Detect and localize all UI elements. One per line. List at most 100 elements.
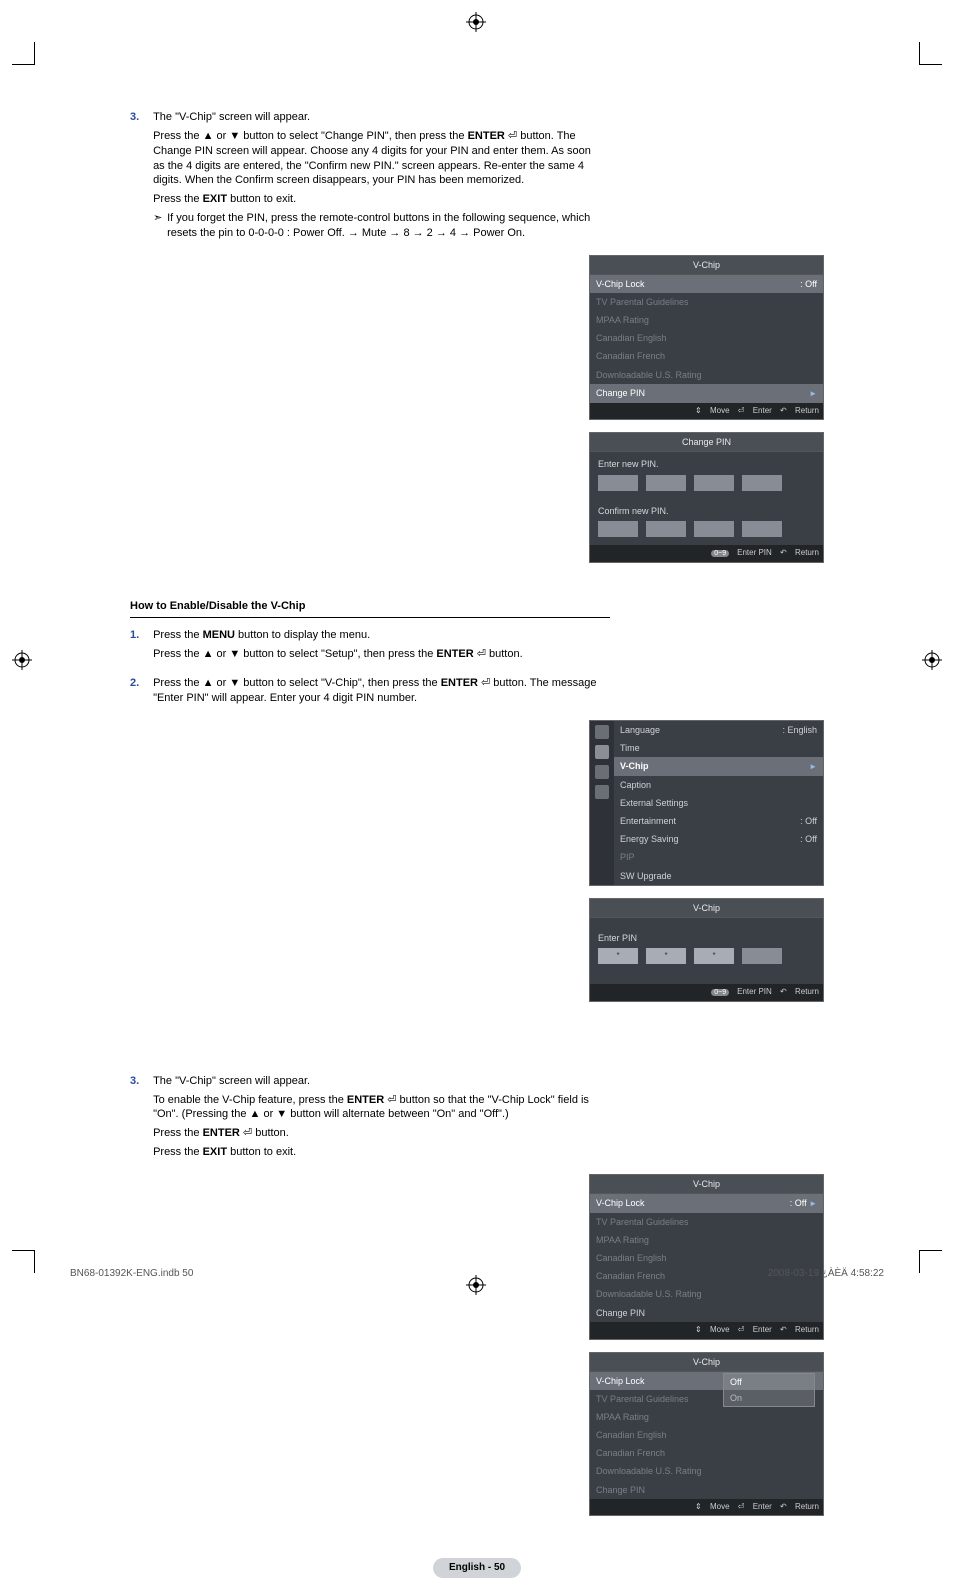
menu-item[interactable]: External Settings	[614, 794, 823, 812]
menu-item[interactable]: SW Upgrade	[614, 867, 823, 885]
osd-title: V-Chip	[590, 1353, 823, 1372]
pin-digit[interactable]: *	[598, 948, 638, 964]
gear-icon	[595, 745, 609, 759]
footer-timestamp: 2008-03-19 ¿ÀÈÄ 4:58:22	[768, 1268, 884, 1279]
osd-setup-menu: Language: EnglishTimeV-Chip ►CaptionExte…	[589, 720, 824, 886]
menu-icon	[595, 725, 609, 739]
step-text: Press the MENU button to display the men…	[153, 628, 603, 643]
pin-digit[interactable]	[694, 475, 734, 491]
pin-digit[interactable]	[742, 521, 782, 537]
step-text: Press the ▲ or ▼ button to select "Setup…	[153, 647, 603, 662]
osd-title: Change PIN	[590, 433, 823, 452]
menu-item[interactable]: V-Chip Lock: Off	[590, 275, 823, 293]
registration-mark-icon	[922, 650, 942, 670]
pin-digit[interactable]	[742, 948, 782, 964]
menu-item[interactable]: Canadian English	[590, 329, 823, 347]
osd-vchip-lock-options: V-Chip V-Chip LockTV Parental Guidelines…	[589, 1352, 824, 1517]
pin-digit[interactable]: *	[646, 948, 686, 964]
osd-vchip-menu: V-Chip V-Chip Lock: OffTV Parental Guide…	[589, 255, 824, 421]
menu-item[interactable]: Time	[614, 739, 823, 757]
setup-sidebar	[590, 721, 614, 885]
osd-change-pin: Change PIN Enter new PIN. Confirm new PI…	[589, 432, 824, 562]
menu-item[interactable]: MPAA Rating	[590, 1231, 823, 1249]
menu-item[interactable]: Canadian English	[590, 1249, 823, 1267]
pin-input-row: * * *	[590, 946, 823, 984]
pin-digit[interactable]: *	[694, 948, 734, 964]
option-on[interactable]: On	[724, 1390, 814, 1406]
crop-mark	[919, 42, 942, 65]
section-heading: How to Enable/Disable the V-Chip	[130, 599, 610, 619]
menu-item[interactable]: MPAA Rating	[590, 1408, 823, 1426]
menu-item[interactable]: Canadian French	[590, 1444, 823, 1462]
osd-enter-pin: V-Chip Enter PIN * * * 0~9Enter PIN ↶ Re…	[589, 898, 824, 1002]
registration-mark-icon	[466, 12, 486, 32]
menu-item[interactable]: Energy Saving: Off	[614, 830, 823, 848]
step-number: 1.	[130, 628, 150, 643]
pin-digit[interactable]	[598, 475, 638, 491]
step-text: The "V-Chip" screen will appear.	[153, 110, 603, 125]
tip-text: If you forget the PIN, press the remote-…	[153, 211, 603, 241]
step-text: Press the ENTER ⏎ button.	[153, 1126, 603, 1141]
menu-item[interactable]: Downloadable U.S. Rating	[590, 366, 823, 384]
step-text: Press the EXIT button to exit.	[153, 192, 603, 207]
osd-footer: ⇕ Move ⏎ Enter ↶ Return	[590, 403, 823, 420]
option-dropdown: Off On	[723, 1373, 815, 1407]
registration-mark-icon	[466, 1275, 486, 1295]
osd-footer: 0~9Enter PIN ↶ Return	[590, 984, 823, 1001]
manual-page: 3. The "V-Chip" screen will appear. Pres…	[0, 0, 954, 1315]
menu-item[interactable]: Canadian English	[590, 1426, 823, 1444]
pin-input-row	[590, 519, 823, 545]
menu-item[interactable]: PIP	[614, 848, 823, 866]
step-text: To enable the V-Chip feature, press the …	[153, 1093, 603, 1123]
step-3a: 3. The "V-Chip" screen will appear. Pres…	[130, 110, 610, 245]
step-text: Press the ▲ or ▼ button to select "V-Chi…	[153, 676, 603, 706]
menu-icon	[595, 765, 609, 779]
osd-footer: ⇕ Move ⏎ Enter ↶ Return	[590, 1499, 823, 1516]
menu-item[interactable]: Downloadable U.S. Rating	[590, 1285, 823, 1303]
step-text: Press the EXIT button to exit.	[153, 1145, 603, 1160]
pin-prompt: Confirm new PIN.	[590, 499, 823, 519]
step-number: 2.	[130, 676, 150, 691]
menu-item[interactable]: Entertainment: Off	[614, 812, 823, 830]
step-text: Press the ▲ or ▼ button to select "Chang…	[153, 129, 603, 188]
menu-item[interactable]: Language: English	[614, 721, 823, 739]
option-off[interactable]: Off	[724, 1374, 814, 1390]
pin-digit[interactable]	[646, 521, 686, 537]
crop-mark	[919, 1250, 942, 1273]
osd-title: V-Chip	[590, 899, 823, 918]
crop-mark	[12, 42, 35, 65]
step-number: 3.	[130, 110, 150, 125]
pin-input-row	[590, 473, 823, 499]
page-number-badge: English - 50	[130, 1558, 824, 1578]
step-text: The "V-Chip" screen will appear.	[153, 1074, 603, 1089]
menu-item[interactable]: MPAA Rating	[590, 311, 823, 329]
step-3b: 3. The "V-Chip" screen will appear. To e…	[130, 1074, 610, 1164]
osd-title: V-Chip	[590, 256, 823, 275]
menu-item[interactable]: Caption	[614, 776, 823, 794]
pin-prompt: Enter PIN	[590, 918, 823, 946]
crop-mark	[12, 1250, 35, 1273]
step-number: 3.	[130, 1074, 150, 1089]
pin-digit[interactable]	[742, 475, 782, 491]
pin-digit[interactable]	[694, 521, 734, 537]
pin-prompt: Enter new PIN.	[590, 452, 823, 472]
pin-digit[interactable]	[598, 521, 638, 537]
step-2: 2. Press the ▲ or ▼ button to select "V-…	[130, 676, 610, 710]
menu-item[interactable]: Canadian French	[590, 347, 823, 365]
osd-footer: ⇕ Move ⏎ Enter ↶ Return	[590, 1322, 823, 1339]
menu-item[interactable]: Change PIN ►	[590, 384, 823, 403]
menu-item[interactable]: V-Chip ►	[614, 757, 823, 776]
osd-footer: 0~9Enter PIN ↶ Return	[590, 545, 823, 562]
menu-icon	[595, 785, 609, 799]
menu-item[interactable]: Change PIN	[590, 1481, 823, 1499]
menu-item[interactable]: V-Chip Lock: Off ►	[590, 1194, 823, 1213]
footer-filename: BN68-01392K-ENG.indb 50	[70, 1268, 193, 1279]
menu-item[interactable]: TV Parental Guidelines	[590, 293, 823, 311]
menu-item[interactable]: Change PIN	[590, 1304, 823, 1322]
osd-title: V-Chip	[590, 1175, 823, 1194]
pin-digit[interactable]	[646, 475, 686, 491]
menu-item[interactable]: TV Parental Guidelines	[590, 1213, 823, 1231]
registration-mark-icon	[12, 650, 32, 670]
menu-item[interactable]: Downloadable U.S. Rating	[590, 1462, 823, 1480]
step-1: 1. Press the MENU button to display the …	[130, 628, 610, 666]
